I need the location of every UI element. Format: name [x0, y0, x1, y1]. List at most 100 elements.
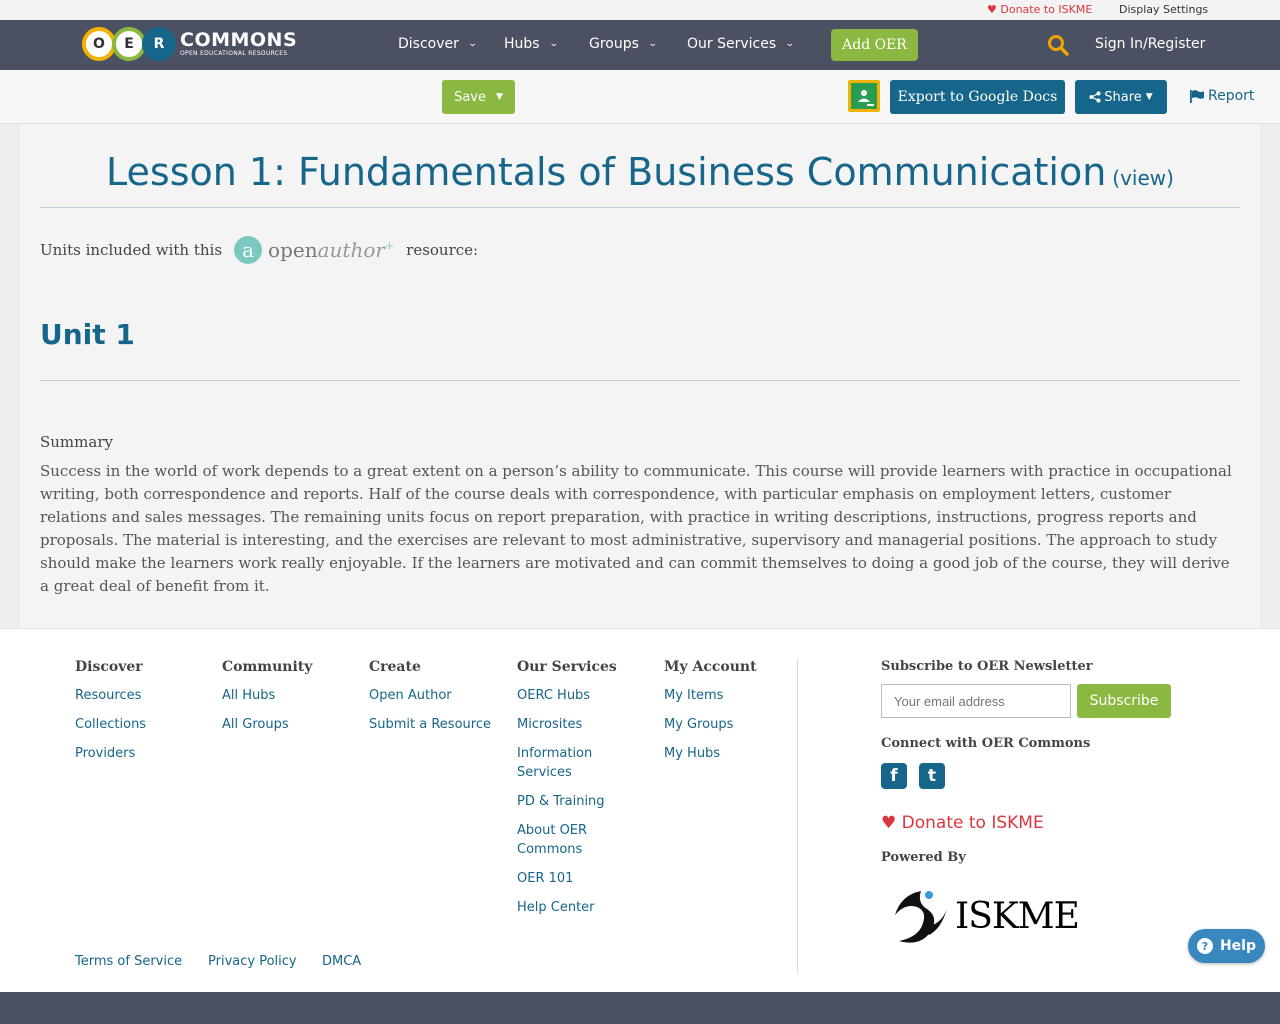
open-author-author-text: author	[317, 238, 385, 262]
resource-toolbar: Save ▼ Export to Google Docs Share ▼ Repor…	[0, 70, 1280, 124]
save-button[interactable]: Save ▼	[442, 80, 515, 114]
terms-link[interactable]: Terms of Service	[75, 954, 182, 969]
footer-divider	[797, 659, 798, 974]
flag-icon	[1190, 89, 1204, 103]
chevron-down-icon: ⌄	[785, 39, 795, 49]
open-author-plus: +	[384, 239, 395, 253]
footer-link-oerc-hubs[interactable]: OERC Hubs	[517, 686, 627, 705]
main-content-area: Lesson 1: Fundamentals of Business Commu…	[0, 124, 1280, 628]
powered-by-label: Powered By	[881, 850, 966, 865]
iskme-logo-text: ISKME	[955, 895, 1080, 937]
units-suffix: resource:	[406, 241, 479, 259]
footer-link-my-groups[interactable]: My Groups	[664, 715, 757, 734]
nav-our-services[interactable]: Our Services ⌄	[687, 36, 795, 52]
footer-link-providers[interactable]: Providers	[75, 744, 146, 763]
display-settings-link[interactable]: Display Settings	[1119, 3, 1208, 16]
connect-heading: Connect with OER Commons	[881, 736, 1091, 751]
share-button[interactable]: Share ▼	[1075, 80, 1167, 114]
footer-link-all-groups[interactable]: All Groups	[222, 715, 312, 734]
footer-heading-account: My Account	[664, 659, 757, 675]
donate-link-footer[interactable]: ♥ Donate to ISKME	[881, 813, 1201, 833]
help-button[interactable]: ? Help	[1188, 929, 1265, 963]
chevron-down-icon: ⌄	[548, 39, 559, 49]
search-icon[interactable]	[1047, 34, 1069, 56]
social-links: f t	[881, 763, 1201, 789]
footer-col-services: Our Services OERC Hubs Microsites Inform…	[517, 659, 627, 927]
resource-panel: Lesson 1: Fundamentals of Business Commu…	[20, 124, 1260, 628]
nav-hubs[interactable]: Hubs ⌄	[504, 36, 559, 52]
subscribe-button[interactable]: Subscribe	[1077, 684, 1171, 718]
bottom-bar	[0, 992, 1280, 1024]
footer-link-about[interactable]: About OER Commons	[517, 821, 627, 859]
donate-label-top: Donate to ISKME	[1000, 3, 1093, 16]
footer-link-collections[interactable]: Collections	[75, 715, 146, 734]
iskme-swirl-icon	[895, 891, 947, 943]
title-divider	[40, 207, 1240, 208]
heart-icon: ♥	[987, 3, 997, 16]
footer-link-oer-101[interactable]: OER 101	[517, 869, 627, 888]
units-prefix: Units included with this	[40, 241, 223, 259]
oer-commons-logo[interactable]: O E R COMMONS OPEN EDUCATIONAL RESOURCES	[82, 26, 297, 62]
footer-link-information-services[interactable]: Information Services	[517, 744, 627, 782]
nav-hubs-label: Hubs	[504, 36, 540, 52]
newsletter-heading: Subscribe to OER Newsletter	[881, 659, 1093, 674]
footer-link-help-center[interactable]: Help Center	[517, 898, 627, 917]
facebook-icon[interactable]: f	[881, 763, 907, 789]
save-label: Save	[454, 89, 486, 105]
unit-divider	[40, 380, 1240, 381]
nav-groups[interactable]: Groups ⌄	[589, 36, 658, 52]
caret-down-icon: ▼	[1145, 92, 1153, 102]
footer-link-microsites[interactable]: Microsites	[517, 715, 627, 734]
footer-link-all-hubs[interactable]: All Hubs	[222, 686, 312, 705]
donate-link-top[interactable]: ♥ Donate to ISKME	[987, 3, 1092, 16]
utility-bar: ♥ Donate to ISKME Display Settings	[0, 0, 1280, 20]
view-link[interactable]: (view)	[1112, 166, 1174, 190]
footer-link-my-items[interactable]: My Items	[664, 686, 757, 705]
nav-our-services-label: Our Services	[687, 36, 777, 52]
footer-link-resources[interactable]: Resources	[75, 686, 146, 705]
logo-wordmark: COMMONS OPEN EDUCATIONAL RESOURCES	[180, 31, 297, 57]
footer-link-my-hubs[interactable]: My Hubs	[664, 744, 757, 763]
privacy-link[interactable]: Privacy Policy	[208, 954, 297, 969]
newsletter-form: Subscribe	[881, 684, 1201, 718]
add-oer-button[interactable]: Add OER	[831, 29, 918, 61]
footer-heading-services: Our Services	[517, 659, 617, 675]
newsletter-email-input[interactable]	[881, 684, 1071, 718]
google-classroom-icon[interactable]	[848, 80, 880, 112]
nav-discover-label: Discover	[398, 36, 459, 52]
page-title-text: Lesson 1: Fundamentals of Business Commu…	[106, 150, 1107, 194]
logo-commons-text: COMMONS	[180, 29, 298, 51]
share-icon	[1089, 91, 1101, 103]
dmca-link[interactable]: DMCA	[322, 954, 361, 969]
open-author-open-text: open	[268, 238, 318, 262]
footer-link-submit-resource[interactable]: Submit a Resource	[369, 715, 491, 734]
summary-label: Summary	[40, 433, 113, 451]
twitter-icon[interactable]: t	[919, 763, 945, 789]
nav-groups-label: Groups	[589, 36, 639, 52]
footer-link-open-author[interactable]: Open Author	[369, 686, 491, 705]
sign-in-register-link[interactable]: Sign In/Register	[1095, 36, 1205, 52]
footer-right-panel: Subscribe to OER Newsletter Subscribe Co…	[881, 659, 1201, 949]
footer-heading-community: Community	[222, 659, 313, 675]
logo-letter-o: O	[82, 27, 116, 61]
units-included-line: Units included with this a openauthor+ r…	[40, 236, 478, 264]
logo-letter-e: E	[112, 27, 146, 61]
open-author-logo: a openauthor+	[234, 236, 394, 264]
export-google-docs-button[interactable]: Export to Google Docs	[890, 80, 1065, 114]
footer-heading-create: Create	[369, 659, 421, 675]
share-label: Share	[1104, 89, 1142, 105]
open-author-wordmark: openauthor+	[268, 238, 394, 262]
help-label: Help	[1219, 938, 1257, 954]
report-link[interactable]: Report	[1190, 88, 1254, 104]
chevron-down-icon: ⌄	[467, 39, 478, 49]
donate-label-footer: Donate to ISKME	[901, 813, 1044, 833]
site-footer: Discover Resources Collections Providers…	[0, 628, 1280, 992]
open-author-badge-icon: a	[234, 236, 263, 264]
iskme-logo[interactable]: ISKME	[891, 883, 1201, 949]
report-label: Report	[1208, 88, 1255, 104]
footer-col-discover: Discover Resources Collections Providers	[75, 659, 146, 773]
nav-discover[interactable]: Discover ⌄	[398, 36, 478, 52]
footer-link-pd-training[interactable]: PD & Training	[517, 792, 627, 811]
logo-tagline: OPEN EDUCATIONAL RESOURCES	[180, 50, 288, 57]
summary-text: Success in the world of work depends to …	[40, 462, 1232, 595]
